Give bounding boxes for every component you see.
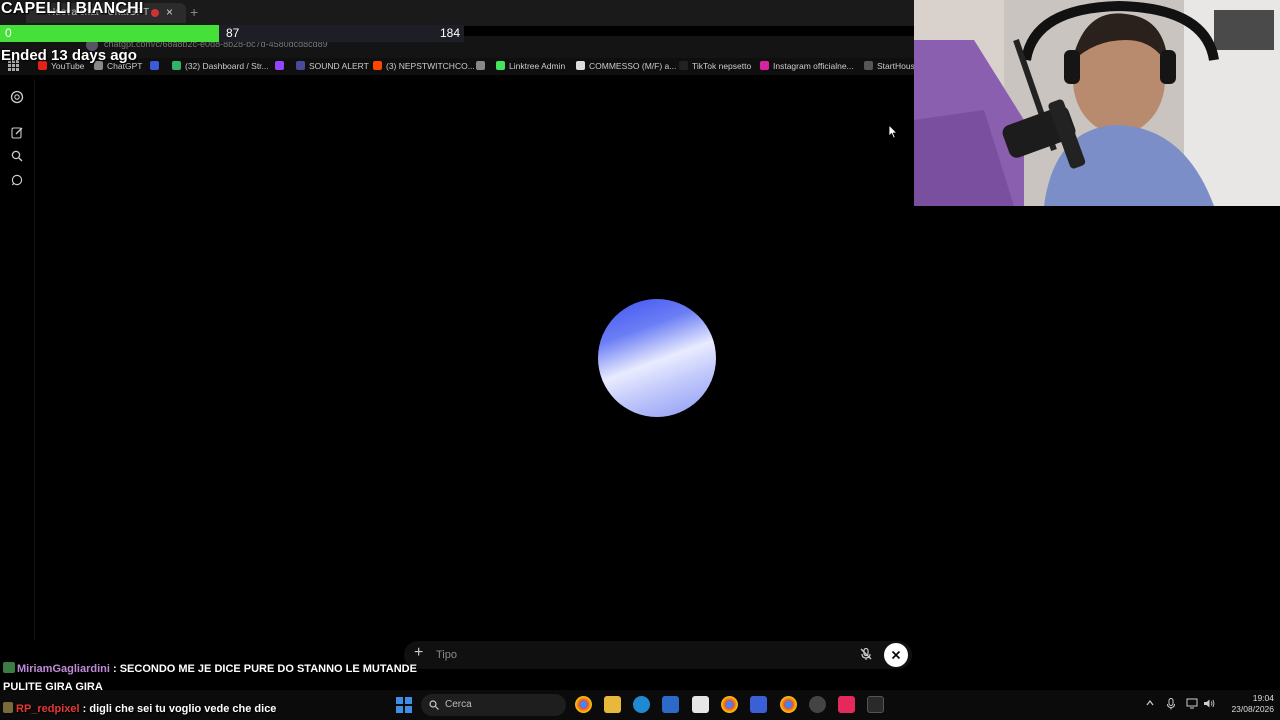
- tiktok-app-icon[interactable]: [838, 696, 855, 713]
- chrome-profile-2-icon[interactable]: [780, 696, 797, 713]
- bookmark-label: TikTok nepsetto: [692, 61, 752, 71]
- chat-badge-icon: [3, 702, 13, 713]
- taskbar-search-label: Cerca: [445, 699, 472, 710]
- bookmark-label: SOUND ALERT: [309, 61, 369, 71]
- goal-progress-fill: [0, 25, 220, 42]
- search-icon: [429, 700, 439, 710]
- bookmark-favicon-icon: [373, 61, 382, 70]
- volume-icon[interactable]: [1203, 698, 1215, 712]
- windows-start-icon[interactable]: [396, 697, 412, 713]
- streamer-webcam-image: [914, 0, 1280, 206]
- clock-time: 19:04: [1252, 693, 1274, 703]
- store-app-icon[interactable]: [662, 696, 679, 713]
- bookmark-label: Linktree Admin: [509, 61, 566, 71]
- search-icon[interactable]: [10, 149, 24, 163]
- chat-badge-icon: [3, 662, 15, 673]
- bookmark-item[interactable]: StartHouse: [864, 61, 920, 71]
- bookmark-item[interactable]: [150, 61, 163, 71]
- chat-username: RP_redpixel: [16, 703, 80, 715]
- bookmark-item[interactable]: TikTok nepsetto: [679, 61, 751, 71]
- bookmark-label: (3) NEPSTWITCHCO...: [386, 61, 475, 71]
- bookmark-favicon-icon: [296, 61, 305, 70]
- stream-title-overlay: CAPELLI BIANCHI: [1, 0, 144, 17]
- chat-message-text: digli che sei tu voglio vede che dice: [89, 703, 277, 715]
- chat-bubble-icon[interactable]: [10, 173, 24, 187]
- app-icon-7[interactable]: [750, 696, 767, 713]
- bookmark-item[interactable]: SOUND ALERT: [296, 61, 369, 71]
- bookmark-item[interactable]: [275, 61, 288, 71]
- app-icon-11[interactable]: [867, 696, 884, 713]
- goal-progress-max: 184: [440, 26, 461, 40]
- bookmark-favicon-icon: [476, 61, 485, 70]
- screen: Nuova chat - ChatGPT × + chatgpt.com/c/6…: [0, 0, 1280, 720]
- bookmark-label: Instagram officialne...: [773, 61, 854, 71]
- chat-separator: :: [109, 663, 120, 675]
- add-attachment-button[interactable]: +: [414, 644, 423, 662]
- close-tab-button[interactable]: ×: [166, 5, 173, 19]
- new-tab-button[interactable]: +: [190, 4, 198, 20]
- chrome-profile-icon[interactable]: [721, 696, 738, 713]
- app-icon-5[interactable]: [692, 696, 709, 713]
- chat-message-2: RP_redpixel : digli che sei tu voglio ve…: [3, 702, 276, 715]
- bookmark-item[interactable]: COMMESSO (M/F) a...: [576, 61, 676, 71]
- tray-chevron-icon[interactable]: [1145, 698, 1155, 711]
- bookmark-item[interactable]: [476, 61, 489, 71]
- clock-date: 23/08/2026: [1231, 704, 1274, 714]
- bookmark-item[interactable]: Linktree Admin: [496, 61, 565, 71]
- bookmark-favicon-icon: [760, 61, 769, 70]
- end-voice-button[interactable]: [884, 643, 908, 667]
- bookmark-favicon-icon: [275, 61, 284, 70]
- chat-separator: :: [79, 703, 90, 715]
- system-clock[interactable]: 19:04 23/08/2026: [1222, 693, 1274, 715]
- bookmark-favicon-icon: [496, 61, 505, 70]
- mic-muted-icon[interactable]: [859, 647, 873, 666]
- mouse-cursor-icon: [888, 124, 898, 139]
- chat-input-bar: + Tipo: [404, 641, 912, 669]
- chrome-app-icon[interactable]: [575, 696, 592, 713]
- bookmark-favicon-icon: [576, 61, 585, 70]
- recording-indicator-icon: [151, 9, 159, 17]
- chatgpt-app-icon[interactable]: [809, 696, 826, 713]
- bookmark-item[interactable]: (32) Dashboard / Str...: [172, 61, 269, 71]
- goal-progress-current: 87: [226, 26, 240, 40]
- network-icon[interactable]: [1186, 698, 1198, 712]
- microphone-icon[interactable]: [1166, 698, 1176, 713]
- goal-ended-label: Ended 13 days ago: [1, 47, 137, 64]
- bookmark-favicon-icon: [150, 61, 159, 70]
- openai-logo-icon[interactable]: [10, 90, 24, 104]
- bookmark-favicon-icon: [172, 61, 181, 70]
- file-explorer-icon[interactable]: [604, 696, 621, 713]
- webcam-feed: [914, 0, 1280, 206]
- chat-message-text: SECONDO ME JE DICE PURE DO STANNO LE MUT…: [119, 663, 417, 675]
- goal-progress-min: 0: [5, 26, 12, 40]
- bookmark-label: COMMESSO (M/F) a...: [589, 61, 677, 71]
- new-chat-icon[interactable]: [10, 125, 24, 139]
- taskbar-search-box[interactable]: Cerca: [421, 694, 566, 716]
- chat-message-1: MiriamGagliardini : SECONDO ME JE DICE P…: [3, 662, 417, 675]
- bookmark-label: (32) Dashboard / Str...: [185, 61, 269, 71]
- edge-app-icon[interactable]: [633, 696, 650, 713]
- bookmark-item[interactable]: (3) NEPSTWITCHCO...: [373, 61, 475, 71]
- close-icon: [891, 650, 901, 660]
- chat-input-placeholder[interactable]: Tipo: [436, 649, 457, 661]
- chatgpt-sidebar: [0, 80, 35, 640]
- bookmark-favicon-icon: [679, 61, 688, 70]
- voice-mode-orb: [598, 299, 716, 417]
- chat-username: MiriamGagliardini: [17, 663, 110, 675]
- goal-progress-bar: 0 87 184: [0, 25, 464, 42]
- bookmark-favicon-icon: [864, 61, 873, 70]
- bookmarks-bar: YouTube ChatGPT (32) Dashboard / Str... SOU…: [0, 58, 920, 75]
- bookmark-item[interactable]: Instagram officialne...: [760, 61, 854, 71]
